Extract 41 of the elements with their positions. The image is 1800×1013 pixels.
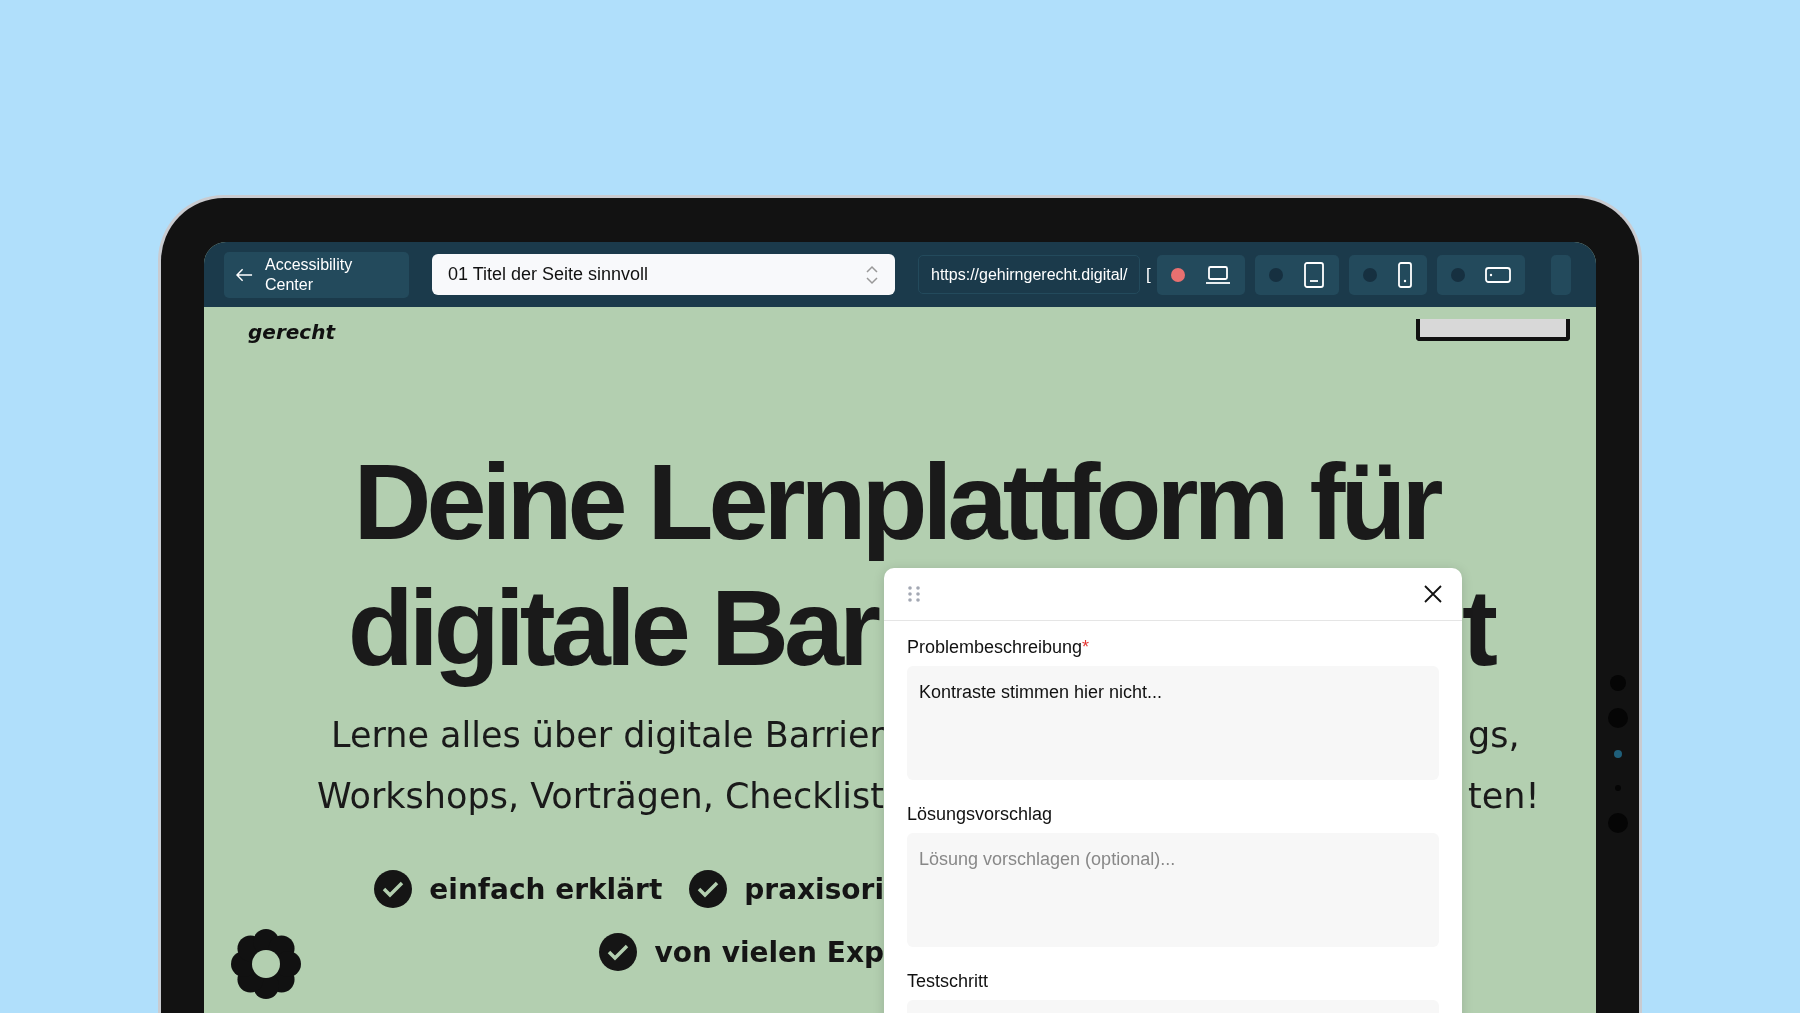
device-landscape-button[interactable] — [1436, 254, 1525, 295]
device-tablet-button[interactable] — [1254, 254, 1339, 295]
check-circle-icon — [373, 869, 414, 909]
hero-heading: digitale Bar — [346, 566, 878, 690]
status-dot — [1450, 267, 1465, 282]
feature-text: von vielen Exp — [654, 935, 884, 969]
feature-text: einfach erklärt — [429, 872, 663, 906]
hero-heading: Deine Lernplattform für — [352, 440, 1441, 564]
field-label: Lösungsvorschlag — [907, 804, 1054, 825]
logo-text: gerecht — [248, 320, 335, 344]
nav-button[interactable] — [1416, 318, 1570, 341]
intro-text: gs, — [1467, 714, 1521, 757]
arrow-left-icon — [236, 267, 253, 282]
status-dot — [1268, 267, 1283, 282]
tablet-icon — [1302, 261, 1325, 288]
drag-handle-icon[interactable] — [907, 585, 921, 603]
device-phone-button[interactable] — [1348, 254, 1427, 295]
page-select[interactable]: 01 Titel der Seite sinnvoll — [432, 254, 895, 295]
up-down-chevron-icon — [865, 263, 879, 286]
url-tail: [ — [1146, 264, 1151, 285]
url-field[interactable]: https://gehirngerecht.digital/ — [918, 255, 1140, 294]
text-area[interactable]: Lösung vorschlagen (optional)... — [907, 833, 1439, 947]
back-button[interactable]: Accessibility Center — [224, 251, 409, 298]
field-label: Testschritt — [907, 971, 990, 992]
text-area[interactable]: Kontraste stimmen hier nicht... — [907, 666, 1439, 780]
landscape-phone-icon — [1484, 265, 1511, 284]
hero-heading: t — [1462, 566, 1499, 690]
status-dot — [1362, 267, 1377, 282]
intro-text: Workshops, Vorträgen, Checklist — [316, 775, 884, 818]
status-dot — [1170, 267, 1185, 282]
laptop-icon — [1204, 264, 1231, 285]
field-label: Problembeschreibung* — [907, 637, 1091, 658]
intro-text: Lerne alles über digitale Barrier — [330, 714, 884, 757]
phone-icon — [1396, 261, 1413, 288]
check-circle-icon — [688, 869, 729, 909]
device-laptop-button[interactable] — [1156, 254, 1245, 295]
intro-text: ten! — [1467, 775, 1541, 818]
check-circle-icon — [598, 932, 639, 972]
ring-logo-icon[interactable] — [230, 928, 302, 1000]
close-icon — [1424, 585, 1442, 603]
feature-text: praxisori — [744, 872, 884, 906]
